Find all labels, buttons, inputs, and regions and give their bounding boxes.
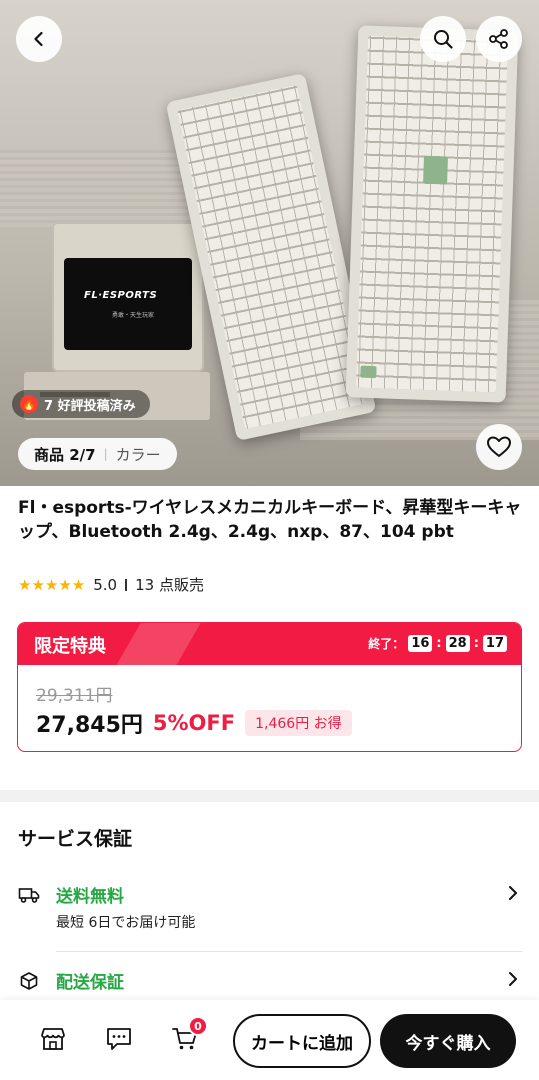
chevron-right-icon xyxy=(507,970,519,992)
box-icon xyxy=(18,970,40,992)
service-heading: サービス保証 xyxy=(18,828,133,850)
monitor-subtext: 勇敢・天生玩家 xyxy=(112,312,155,319)
sale-price: 27,845円 xyxy=(36,713,143,738)
monitor-screen: FL·ESPORTS 勇敢・天生玩家 xyxy=(64,258,192,350)
search-button[interactable] xyxy=(420,16,466,62)
counter-separator: | xyxy=(103,447,108,461)
countdown-timer: 終了： 16 : 28 : 17 xyxy=(368,635,507,652)
truck-icon xyxy=(18,884,40,906)
timer-colon: : xyxy=(436,636,442,651)
heart-icon xyxy=(487,436,511,457)
review-badge: 🔥 7 好評投稿済み xyxy=(12,390,150,418)
review-badge-text: 7 好評投稿済み xyxy=(44,398,136,414)
delivery-estimate: 最短 6日でお届け可能 xyxy=(56,915,196,931)
retro-monitor-image: FL·ESPORTS 勇敢・天生玩家 xyxy=(52,222,204,372)
timer-minutes: 28 xyxy=(445,635,470,652)
rating-value: 5.0 xyxy=(93,575,118,594)
color-label: カラー xyxy=(115,445,161,464)
favorite-button[interactable] xyxy=(476,424,522,470)
service-divider xyxy=(56,951,523,952)
timer-ends-label: 終了： xyxy=(368,637,405,651)
bottom-action-bar: 0 カートに追加 今すぐ購入 xyxy=(0,1000,539,1080)
cart-count-badge: 0 xyxy=(188,1016,208,1036)
share-icon xyxy=(489,29,508,49)
chevron-right-icon xyxy=(507,884,519,906)
delivery-guarantee-title: 配送保証 xyxy=(56,973,124,993)
price-row: 27,845円 5%OFF 1,466円 お得 xyxy=(36,707,352,739)
section-divider xyxy=(0,790,539,802)
timer-colon: : xyxy=(473,636,479,651)
image-counter-pill[interactable]: 商品 2/7 | カラー xyxy=(18,438,177,470)
free-shipping-title: 送料無料 xyxy=(56,887,124,907)
delivery-guarantee-row[interactable]: 配送保証 xyxy=(18,968,523,998)
timer-seconds: 17 xyxy=(482,635,507,652)
discount-percent: 5%OFF xyxy=(152,711,236,735)
original-price: 29,311円 xyxy=(36,686,113,706)
band-decoration xyxy=(109,623,207,677)
product-title: Fl・esports-ワイヤレスメカニカルキーボード、昇華型キーキャップ、Blu… xyxy=(18,498,522,542)
star-rating-icon: ★★★★★ xyxy=(18,575,86,594)
limited-offer-label: 限定特典 xyxy=(34,636,106,657)
buy-now-button[interactable]: 今すぐ購入 xyxy=(380,1014,516,1068)
add-to-cart-button[interactable]: カートに追加 xyxy=(233,1014,371,1068)
green-accent-key xyxy=(360,365,377,379)
monitor-logo: FL·ESPORTS xyxy=(84,290,158,301)
keyboard-104-image xyxy=(345,25,519,403)
image-counter: 商品 2/7 xyxy=(34,445,96,464)
rating-divider xyxy=(125,578,128,591)
chat-icon[interactable] xyxy=(104,1024,134,1054)
back-button[interactable] xyxy=(16,16,62,62)
chevron-left-icon xyxy=(34,31,43,47)
limited-offer-band: 限定特典 終了： 16 : 28 : 17 xyxy=(18,623,521,677)
savings-badge: 1,466円 お得 xyxy=(245,710,352,736)
flame-icon: 🔥 xyxy=(20,395,38,413)
share-button[interactable] xyxy=(476,16,522,62)
limited-offer-box: 限定特典 終了： 16 : 28 : 17 29,311円 27,845円 5%… xyxy=(17,622,522,752)
sold-count: 13 点販売 xyxy=(135,576,204,594)
product-image-carousel[interactable]: FL·ESPORTS 勇敢・天生玩家 🔥 7 好評投稿済み 商品 2/7 | カ… xyxy=(0,0,539,486)
store-icon[interactable] xyxy=(38,1024,68,1054)
free-shipping-row[interactable]: 送料無料 最短 6日でお届け可能 xyxy=(18,882,523,942)
search-icon xyxy=(434,30,453,49)
timer-hours: 16 xyxy=(408,635,433,652)
rating-row[interactable]: ★★★★★ 5.0 13 点販売 xyxy=(18,574,204,595)
green-accent-key xyxy=(423,155,449,185)
